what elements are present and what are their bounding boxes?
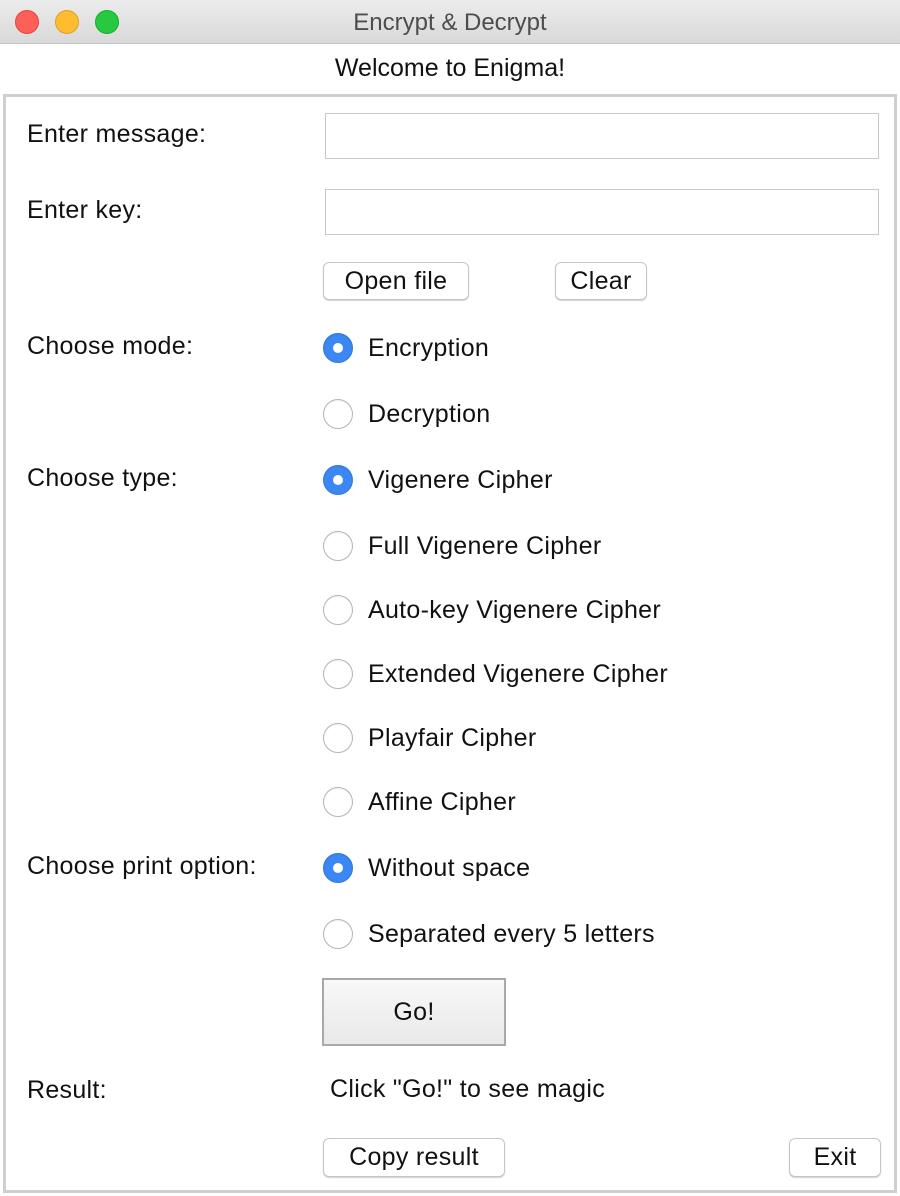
radio-label: Decryption: [368, 399, 491, 428]
radio-label: Affine Cipher: [368, 787, 516, 816]
clear-button[interactable]: Clear: [555, 262, 647, 300]
radio-selected-icon: [323, 333, 353, 363]
open-file-button[interactable]: Open file: [323, 262, 469, 300]
radio-auto-key-vigenere[interactable]: Auto-key Vigenere Cipher: [323, 592, 661, 628]
exit-button[interactable]: Exit: [789, 1138, 881, 1177]
radio-without-space[interactable]: Without space: [323, 850, 530, 886]
radio-unselected-icon: [323, 723, 353, 753]
radio-unselected-icon: [323, 399, 353, 429]
radio-full-vigenere[interactable]: Full Vigenere Cipher: [323, 528, 601, 564]
message-label: Enter message:: [27, 120, 207, 148]
radio-label: Playfair Cipher: [368, 723, 537, 752]
radio-label: Separated every 5 letters: [368, 919, 655, 948]
radio-label: Vigenere Cipher: [368, 465, 553, 494]
radio-label: Full Vigenere Cipher: [368, 531, 602, 560]
key-input[interactable]: [325, 189, 879, 235]
radio-label: Encryption: [368, 333, 490, 362]
radio-vigenere[interactable]: Vigenere Cipher: [323, 462, 553, 498]
radio-unselected-icon: [323, 595, 353, 625]
radio-label: Without space: [368, 853, 531, 882]
copy-result-button[interactable]: Copy result: [323, 1138, 505, 1177]
radio-selected-icon: [323, 465, 353, 495]
radio-decryption[interactable]: Decryption: [323, 396, 491, 432]
print-option-label: Choose print option:: [27, 852, 257, 880]
radio-unselected-icon: [323, 531, 353, 561]
type-label: Choose type:: [27, 464, 178, 492]
radio-unselected-icon: [323, 919, 353, 949]
radio-extended-vigenere[interactable]: Extended Vigenere Cipher: [323, 656, 668, 692]
radio-separated-5[interactable]: Separated every 5 letters: [323, 916, 655, 952]
radio-encryption[interactable]: Encryption: [323, 330, 489, 366]
radio-label: Extended Vigenere Cipher: [368, 659, 668, 688]
radio-playfair[interactable]: Playfair Cipher: [323, 720, 536, 756]
key-label: Enter key:: [27, 196, 143, 224]
radio-selected-icon: [323, 853, 353, 883]
welcome-heading: Welcome to Enigma!: [334, 54, 566, 82]
message-input[interactable]: [325, 113, 879, 159]
result-text: Click "Go!" to see magic: [330, 1075, 606, 1103]
result-label: Result:: [27, 1076, 107, 1104]
radio-label: Auto-key Vigenere Cipher: [368, 595, 662, 624]
go-button[interactable]: Go!: [322, 978, 506, 1046]
title-bar: Encrypt & Decrypt: [0, 0, 900, 44]
radio-unselected-icon: [323, 787, 353, 817]
mode-label: Choose mode:: [27, 332, 194, 360]
radio-unselected-icon: [323, 659, 353, 689]
window-title: Encrypt & Decrypt: [353, 9, 547, 36]
app-window: Encrypt & Decrypt Welcome to Enigma! Ent…: [0, 0, 900, 1196]
radio-affine[interactable]: Affine Cipher: [323, 784, 516, 820]
